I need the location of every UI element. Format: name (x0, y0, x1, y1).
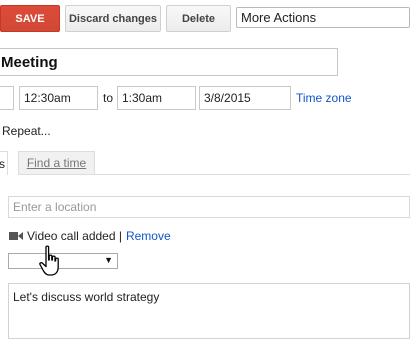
video-call-status: Video call added | (27, 229, 122, 243)
start-date-input[interactable] (0, 86, 14, 110)
tab-find-a-time[interactable]: Find a time (18, 151, 95, 175)
tab-divider (95, 174, 410, 175)
dropdown-arrow-icon: ▼ (104, 255, 113, 265)
discard-changes-button[interactable]: Discard changes (65, 5, 161, 32)
end-date-input[interactable]: 3/8/2015 (199, 86, 291, 110)
to-label: to (103, 91, 114, 105)
end-time-input[interactable]: 1:30am (117, 86, 196, 110)
remove-video-link[interactable]: Remove (126, 229, 171, 243)
hand-pointer-cursor-icon (39, 245, 59, 276)
video-call-row: Video call added | Remove (9, 229, 171, 243)
repeat-option[interactable]: Repeat... (2, 124, 51, 138)
event-title-input[interactable]: Meeting (0, 48, 338, 76)
save-button[interactable]: SAVE (0, 5, 60, 32)
start-time-input[interactable]: 12:30am (19, 86, 98, 110)
tab-details[interactable]: s (0, 151, 8, 175)
more-actions-dropdown[interactable]: More Actions (236, 7, 410, 28)
time-zone-link[interactable]: Time zone (296, 91, 352, 105)
description-textarea[interactable]: Let's discuss world strategy (8, 283, 410, 339)
location-input[interactable]: Enter a location (8, 196, 410, 218)
delete-button[interactable]: Delete (166, 5, 231, 32)
video-camera-icon (9, 232, 23, 240)
